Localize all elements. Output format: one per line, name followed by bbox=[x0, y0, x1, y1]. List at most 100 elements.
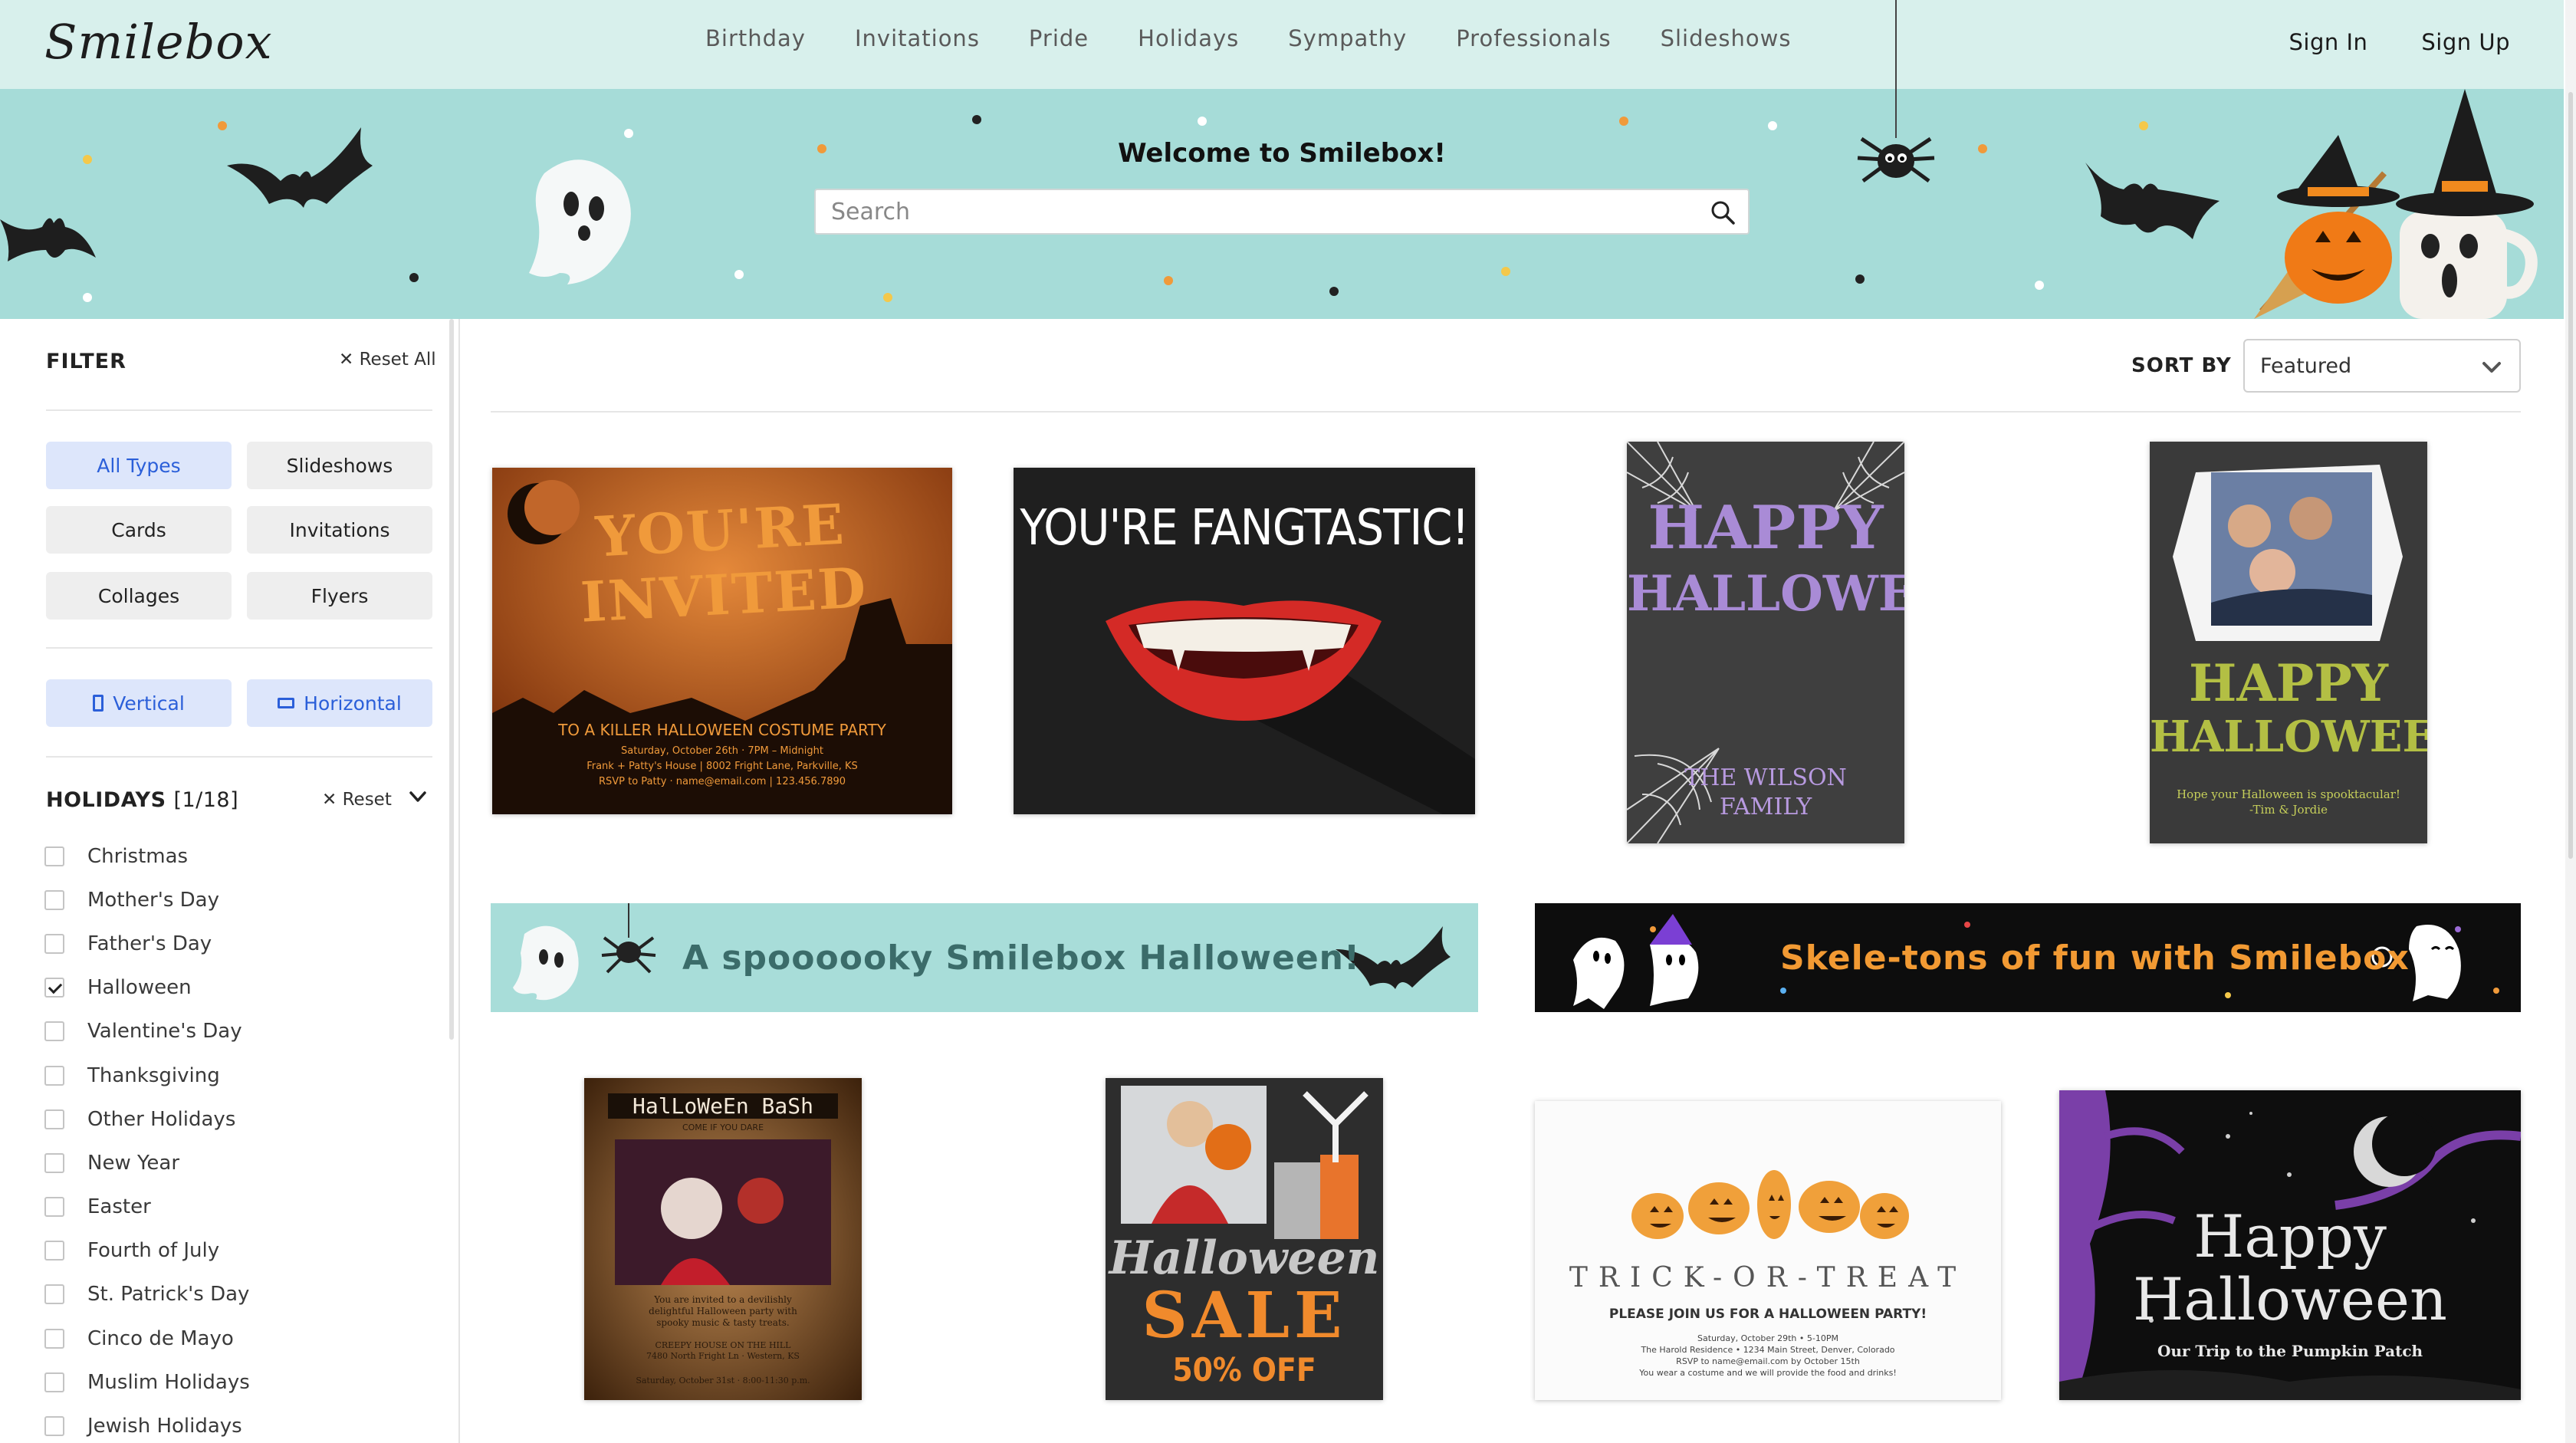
holiday-filter-item[interactable]: Fourth of July bbox=[44, 1229, 428, 1273]
checkbox[interactable] bbox=[44, 933, 64, 954]
checkbox[interactable] bbox=[44, 1021, 64, 1042]
template-card-wilson-family[interactable]: HAPPY HALLOWEEN THE WILSON FAMILY bbox=[1627, 442, 1904, 843]
holiday-filter-item[interactable]: Other Holidays bbox=[44, 1097, 428, 1141]
card-body: You are invited to a devilishly delightf… bbox=[584, 1294, 862, 1329]
card-address: CREEPY HOUSE ON THE HILL 7480 North Frig… bbox=[584, 1340, 862, 1362]
holiday-filter-item[interactable]: Halloween bbox=[44, 966, 428, 1010]
card-title: SALE bbox=[1142, 1279, 1347, 1353]
checkbox[interactable] bbox=[44, 1109, 64, 1129]
promo-banner-spooky[interactable]: A spoooooky Smilebox Halloween! bbox=[491, 903, 1478, 1012]
nav-link-sympathy[interactable]: Sympathy bbox=[1288, 25, 1407, 51]
card-title: Happy Halloween bbox=[2059, 1205, 2521, 1331]
confetti-dot bbox=[218, 121, 227, 130]
checkbox-checked[interactable] bbox=[44, 978, 64, 998]
holiday-filter-label: Mother's Day bbox=[87, 888, 219, 912]
holiday-filter-label: Fourth of July bbox=[87, 1239, 220, 1263]
nav-link-slideshows[interactable]: Slideshows bbox=[1661, 25, 1792, 51]
divider bbox=[46, 409, 432, 411]
confetti-dot bbox=[1164, 276, 1173, 285]
nav-link-birthday[interactable]: Birthday bbox=[705, 25, 806, 51]
sidebar-scrollbar[interactable] bbox=[449, 319, 454, 1040]
sign-up-link[interactable]: Sign Up bbox=[2421, 29, 2510, 55]
holiday-filter-item[interactable]: Christmas bbox=[44, 834, 428, 878]
checkbox[interactable] bbox=[44, 1328, 64, 1349]
search-icon[interactable] bbox=[1710, 199, 1736, 225]
holidays-checkbox-list: Christmas Mother's Day Father's Day Hallowe… bbox=[44, 834, 428, 1443]
checkbox[interactable] bbox=[44, 1241, 64, 1261]
checkbox[interactable] bbox=[44, 1416, 64, 1437]
filter-sidebar: FILTER ✕ Reset All All Types Slideshows … bbox=[0, 319, 460, 1443]
ghost-icon bbox=[513, 925, 579, 1001]
holiday-filter-label: Halloween bbox=[87, 976, 192, 1000]
sign-in-link[interactable]: Sign In bbox=[2288, 29, 2367, 55]
card-title: YOU'RE INVITED bbox=[579, 491, 869, 635]
holiday-filter-item[interactable]: Father's Day bbox=[44, 922, 428, 965]
template-card-youre-invited[interactable]: YOU'RE INVITED TO A KILLER HALLOWEEN COS… bbox=[492, 468, 952, 814]
card-subtitle: PLEASE JOIN US FOR A HALLOWEEN PARTY! bbox=[1608, 1307, 1927, 1322]
divider bbox=[46, 756, 432, 758]
smilebox-logo[interactable]: Smilebox bbox=[44, 14, 273, 70]
template-card-trick-or-treat[interactable]: TRICK-OR-TREAT PLEASE JOIN US FOR A HALL… bbox=[1535, 1101, 2001, 1400]
type-chip-all-types[interactable]: All Types bbox=[46, 442, 232, 489]
holiday-filter-item[interactable]: Easter bbox=[44, 1185, 428, 1229]
holiday-filter-label: Easter bbox=[87, 1195, 151, 1219]
account-links: Sign In Sign Up bbox=[2288, 0, 2510, 84]
template-card-pumpkin-patch[interactable]: Happy Halloween Our Trip to the Pumpkin … bbox=[2059, 1090, 2521, 1400]
sort-dropdown[interactable]: Featured bbox=[2243, 339, 2521, 393]
banner-text: A spoooooky Smilebox Halloween! bbox=[682, 938, 1361, 978]
page-scrollbar-thumb[interactable] bbox=[2568, 92, 2573, 859]
template-card-photo-happy-halloween[interactable]: HAPPY HALLOWEEN Hope your Halloween is s… bbox=[2150, 442, 2427, 843]
nav-link-pride[interactable]: Pride bbox=[1029, 25, 1089, 51]
type-chip-collages[interactable]: Collages bbox=[46, 572, 232, 620]
confetti-dot bbox=[1855, 274, 1865, 284]
holiday-filter-item[interactable]: Mother's Day bbox=[44, 878, 428, 922]
category-nav: Birthday Invitations Pride Holidays Symp… bbox=[705, 0, 1791, 77]
card-text-line: -Tim & Jordie bbox=[2249, 803, 2328, 817]
card-subtitle: TO A KILLER HALLOWEEN COSTUME PARTY bbox=[558, 721, 886, 739]
orientation-horizontal-button[interactable]: Horizontal bbox=[247, 679, 432, 727]
checkbox[interactable] bbox=[44, 846, 64, 866]
promo-banner-skele-tons[interactable]: Skele-tons of fun with Smilebox bbox=[1535, 903, 2521, 1012]
holiday-filter-item[interactable]: Valentine's Day bbox=[44, 1010, 428, 1053]
template-card-halloween-sale[interactable]: Halloween SALE 50% OFF bbox=[1106, 1078, 1383, 1400]
holiday-filter-item[interactable]: Jewish Holidays bbox=[44, 1404, 428, 1443]
card-text-line: spooky music & tasty treats. bbox=[656, 1317, 790, 1328]
type-chip-cards[interactable]: Cards bbox=[46, 506, 232, 554]
holiday-filter-item[interactable]: Muslim Holidays bbox=[44, 1360, 428, 1404]
nav-link-invitations[interactable]: Invitations bbox=[855, 25, 980, 51]
orientation-vertical-button[interactable]: Vertical bbox=[46, 679, 232, 727]
holiday-filter-label: Valentine's Day bbox=[87, 1020, 242, 1044]
spider-icon bbox=[601, 903, 656, 974]
template-card-halloween-bash[interactable]: HalLoWeEn BaSh COME IF YOU DARE You are … bbox=[584, 1078, 862, 1400]
card-title: HalLoWeEn BaSh bbox=[608, 1093, 838, 1119]
holiday-filter-item[interactable]: New Year bbox=[44, 1141, 428, 1185]
holiday-filter-item[interactable]: Cinco de Mayo bbox=[44, 1316, 428, 1360]
banner-text: Skele-tons of fun with Smilebox bbox=[1780, 938, 2410, 978]
checkbox[interactable] bbox=[44, 1372, 64, 1392]
holiday-filter-item[interactable]: St. Patrick's Day bbox=[44, 1273, 428, 1316]
bat-icon bbox=[227, 127, 373, 208]
type-chip-slideshows[interactable]: Slideshows bbox=[247, 442, 432, 489]
page-scrollbar[interactable] bbox=[2565, 0, 2576, 1443]
holiday-filter-label: Father's Day bbox=[87, 932, 212, 955]
reset-all-button[interactable]: ✕ Reset All bbox=[339, 350, 436, 370]
horizontal-orientation-icon bbox=[278, 698, 295, 708]
ghost-icon bbox=[529, 159, 631, 284]
checkbox[interactable] bbox=[44, 889, 64, 910]
card-detail: RSVP to Patty · name@email.com | 123.456… bbox=[598, 776, 846, 787]
checkbox[interactable] bbox=[44, 1152, 64, 1173]
chevron-down-icon[interactable] bbox=[406, 785, 429, 808]
type-chip-invitations[interactable]: Invitations bbox=[247, 506, 432, 554]
holidays-reset-button[interactable]: ✕ Reset bbox=[322, 790, 392, 810]
confetti-dot bbox=[2493, 988, 2499, 994]
template-card-fangtastic[interactable]: YOU'RE FANGTASTIC! bbox=[1014, 468, 1475, 814]
search-input[interactable] bbox=[831, 195, 1690, 228]
nav-link-professionals[interactable]: Professionals bbox=[1456, 25, 1611, 51]
holidays-section-title[interactable]: HOLIDAYS [1/18] bbox=[46, 788, 238, 812]
checkbox[interactable] bbox=[44, 1065, 64, 1086]
checkbox[interactable] bbox=[44, 1284, 64, 1305]
checkbox[interactable] bbox=[44, 1197, 64, 1218]
holiday-filter-item[interactable]: Thanksgiving bbox=[44, 1053, 428, 1097]
type-chip-flyers[interactable]: Flyers bbox=[247, 572, 432, 620]
nav-link-holidays[interactable]: Holidays bbox=[1138, 25, 1239, 51]
